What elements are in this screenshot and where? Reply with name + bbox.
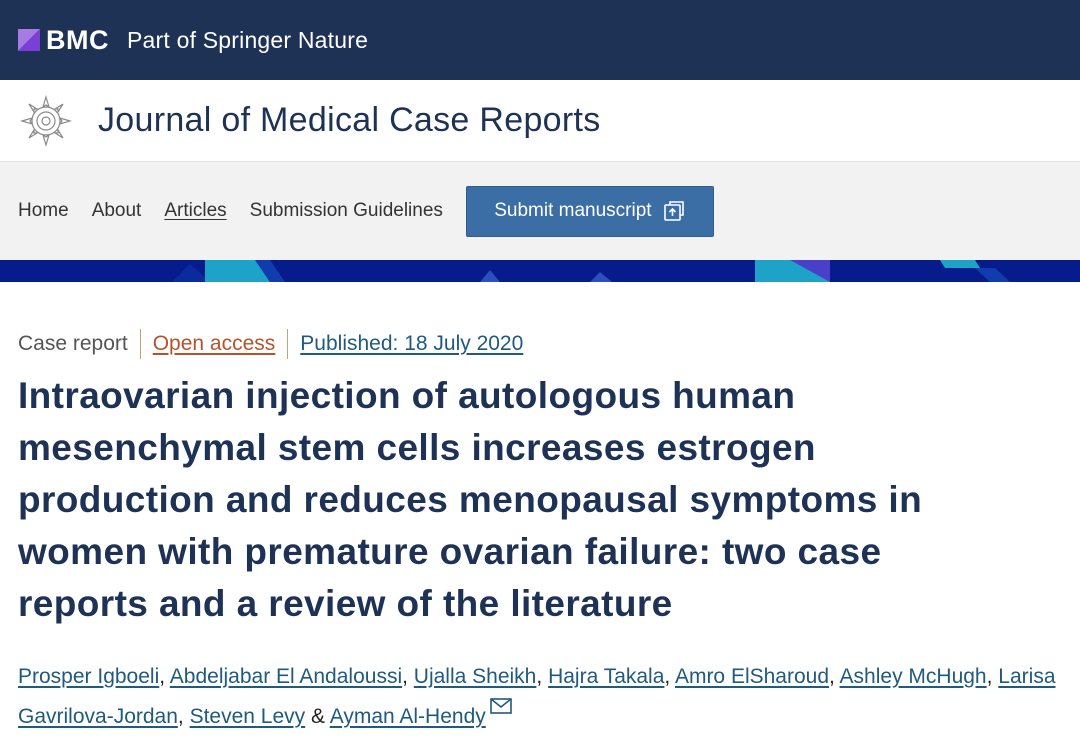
author-link[interactable]: Amro ElSharoud	[675, 665, 829, 688]
article-title-line: production and reduces menopausal sympto…	[18, 479, 923, 520]
author-link[interactable]: Ujalla Sheikh	[414, 665, 537, 688]
author-joiner: &	[311, 705, 326, 728]
open-access-link[interactable]: Open access	[153, 332, 276, 356]
article-type: Case report	[18, 332, 128, 355]
nav-about[interactable]: About	[92, 200, 142, 222]
published-date-link[interactable]: Published: 18 July 2020	[300, 332, 523, 356]
nav-home[interactable]: Home	[18, 200, 69, 222]
author-link[interactable]: Hajra Takala	[548, 665, 664, 688]
article-title-line: Intraovarian injection of autologous hum…	[18, 375, 796, 416]
brand-tagline[interactable]: Part of Springer Nature	[127, 27, 368, 54]
article-title-line: mesenchymal stem cells increases estroge…	[18, 427, 816, 468]
author-separator: ,	[177, 705, 184, 728]
meta-divider	[139, 329, 141, 359]
author-link[interactable]: Prosper Igboeli	[18, 665, 159, 688]
main-nav: Home About Articles Submission Guideline…	[0, 162, 1080, 260]
mail-icon[interactable]	[489, 698, 512, 714]
nav-articles[interactable]: Articles	[164, 200, 226, 222]
author-separator: ,	[664, 665, 671, 688]
author-separator: ,	[829, 665, 835, 688]
decorative-pattern-band	[0, 260, 1080, 282]
author-list: Prosper Igboeli, Abdeljabar El Andalouss…	[18, 657, 1078, 737]
submit-manuscript-label: Submit manuscript	[494, 200, 652, 221]
article-main: Case report Open access Published: 18 Ju…	[0, 329, 1080, 737]
journal-emblem-icon[interactable]	[20, 94, 72, 147]
corresponding-author-link[interactable]: Ayman Al-Hendy	[330, 705, 486, 728]
author-separator: ,	[402, 665, 408, 688]
journal-title[interactable]: Journal of Medical Case Reports	[98, 101, 601, 140]
author-link[interactable]: Abdeljabar El Andaloussi	[170, 665, 402, 688]
author-separator: ,	[159, 665, 166, 688]
author-link[interactable]: Ashley McHugh	[840, 665, 987, 688]
author-separator: ,	[536, 665, 543, 688]
bmc-header: BMC Part of Springer Nature	[0, 0, 1080, 80]
article-title: Intraovarian injection of autologous hum…	[18, 370, 1068, 630]
bmc-logo[interactable]: BMC	[18, 25, 109, 56]
journal-header: Journal of Medical Case Reports	[0, 80, 1080, 162]
article-title-line: women with premature ovarian failure: tw…	[18, 531, 882, 572]
article-meta: Case report Open access Published: 18 Ju…	[18, 329, 1062, 359]
author-separator: ,	[986, 665, 993, 688]
pattern-graphic	[0, 260, 1080, 282]
article-title-line: reports and a review of the literature	[18, 583, 673, 624]
external-link-icon	[663, 201, 684, 221]
bmc-logo-mark-icon	[18, 29, 40, 51]
nav-submission-guidelines[interactable]: Submission Guidelines	[250, 200, 443, 222]
bmc-logo-text: BMC	[46, 24, 109, 55]
submit-manuscript-button[interactable]: Submit manuscript	[465, 185, 714, 237]
meta-divider	[287, 329, 289, 359]
author-link[interactable]: Steven Levy	[190, 705, 306, 728]
